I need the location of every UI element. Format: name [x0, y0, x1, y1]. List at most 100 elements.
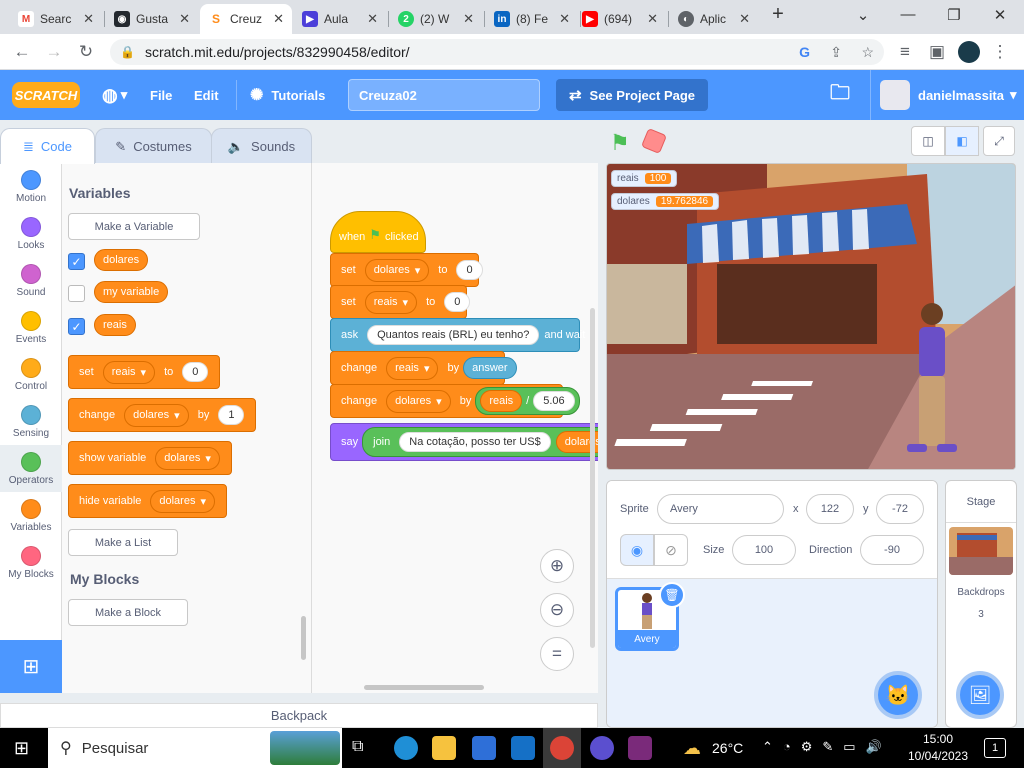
browser-tab-2[interactable]: ◉ Gusta ✕ [106, 4, 198, 34]
variable-dropdown[interactable]: reais [364, 290, 418, 314]
stop-button[interactable] [640, 127, 668, 155]
browser-tab-4[interactable]: ▶ Aula ✕ [294, 4, 386, 34]
variable-dropdown[interactable]: dolares [150, 489, 215, 513]
set-reais-block[interactable]: set reais to 0 [330, 285, 471, 319]
share-icon[interactable]: ⇪ [830, 44, 842, 61]
store-icon[interactable] [472, 736, 496, 760]
variable-dropdown[interactable]: dolares [364, 258, 430, 282]
chrome-profile-icon[interactable] [590, 736, 614, 760]
system-tray-icons[interactable]: ⌃◔⚙✎▭🔊 [762, 739, 892, 755]
tab-code[interactable]: ≣ Code [0, 128, 95, 164]
reais-reporter[interactable]: reais [480, 390, 523, 412]
tab-sounds[interactable]: 🔈 Sounds [211, 128, 312, 164]
join-text-input[interactable]: Na cotação, posso ter US$ [399, 432, 551, 452]
stage-canvas[interactable]: reais 100 dolares 19.762846 [606, 163, 1016, 470]
hide-variable-block[interactable]: hide variable dolares [68, 484, 227, 518]
zoom-reset-button[interactable]: = [540, 637, 574, 671]
account-menu[interactable]: danielmassita ▾ [918, 70, 1017, 120]
variable-dropdown[interactable]: reais [386, 356, 439, 380]
forward-icon[interactable]: → [42, 42, 66, 62]
browser-tab-8[interactable]: ◐ Aplic ✕ [670, 4, 758, 34]
checkbox-reais[interactable]: ✓ [68, 318, 85, 335]
close-icon[interactable]: ✕ [463, 11, 474, 27]
reporter-dolares[interactable]: dolares [94, 249, 149, 271]
clock-date[interactable]: 10/04/2023 [906, 749, 970, 763]
file-explorer-icon[interactable] [432, 736, 456, 760]
sidepanel-icon[interactable]: ▣ [925, 42, 949, 62]
make-block-button[interactable]: Make a Block [68, 599, 188, 626]
user-avatar[interactable] [880, 80, 910, 110]
when-flag-clicked-block[interactable]: when ⚑ clicked [330, 211, 426, 253]
variable-dropdown[interactable]: reais [102, 360, 156, 384]
minimize-button[interactable]: — [888, 6, 928, 23]
answer-reporter[interactable]: answer [463, 357, 517, 379]
palette-scrollbar[interactable] [301, 616, 306, 660]
monitor-dolares[interactable]: dolares 19.762846 [611, 193, 720, 210]
clock-time[interactable]: 15:00 [906, 732, 970, 746]
category-my-blocks[interactable]: My Blocks [0, 539, 62, 586]
question-input[interactable]: Quantos reais (BRL) eu tenho? [367, 325, 540, 345]
profile-avatar[interactable] [958, 41, 980, 63]
set-dolares-block[interactable]: set dolares to 0 [330, 253, 483, 287]
reload-icon[interactable]: ↻ [74, 42, 98, 62]
close-icon[interactable]: ✕ [179, 11, 190, 27]
temperature[interactable]: 26°C [712, 740, 743, 756]
language-menu[interactable]: ◍ ▾ [102, 70, 127, 120]
ask-and-wait-block[interactable]: ask Quantos reais (BRL) eu tenho? and wa… [330, 318, 585, 352]
green-flag-button[interactable]: ⚑ [610, 130, 630, 156]
divisor-input[interactable]: 5.06 [533, 391, 575, 411]
y-input[interactable]: -72 [876, 494, 924, 524]
workspace-h-scrollbar[interactable] [364, 685, 484, 690]
value-input[interactable]: 0 [444, 292, 471, 312]
sprite-name-input[interactable]: Avery [657, 494, 784, 524]
size-input[interactable]: 100 [732, 535, 796, 565]
browser-tab-6[interactable]: in (8) Fe ✕ [486, 4, 578, 34]
edge-icon[interactable] [394, 736, 418, 760]
close-icon[interactable]: ✕ [739, 11, 750, 27]
stage-selector-pane[interactable]: Stage Backdrops 3 🖼 [945, 480, 1017, 728]
close-icon[interactable]: ✕ [647, 11, 658, 27]
variable-dropdown[interactable]: dolares [386, 389, 451, 413]
folder-icon[interactable]: 🗀 [830, 70, 850, 120]
google-icon[interactable]: G [799, 44, 810, 60]
variable-dropdown[interactable]: dolares [124, 403, 189, 427]
change-reais-block[interactable]: change reais by answer [330, 351, 517, 385]
url-field[interactable]: 🔒 scratch.mit.edu/projects/832990458/edi… [110, 39, 884, 65]
browser-tab-3-active[interactable]: S Creuz ✕ [200, 4, 292, 34]
set-variable-block[interactable]: set reais to 0 [68, 355, 221, 389]
workspace-v-scrollbar[interactable] [590, 308, 595, 648]
category-events[interactable]: Events [0, 304, 62, 351]
mail-icon[interactable] [511, 736, 535, 760]
backpack-bar[interactable]: Backpack [0, 703, 598, 728]
file-menu[interactable]: File [150, 70, 172, 120]
notification-center-icon[interactable]: 1 [984, 738, 1006, 758]
zoom-out-button[interactable]: ⊖ [540, 593, 574, 627]
checkbox-dolares[interactable]: ✓ [68, 253, 85, 270]
value-input[interactable]: 1 [218, 405, 245, 425]
category-variables[interactable]: Variables [0, 492, 62, 539]
show-variable-block[interactable]: show variable dolares [68, 441, 232, 475]
bookmark-star-icon[interactable]: ☆ [861, 44, 874, 61]
fullscreen-button[interactable]: ⤢ [983, 126, 1015, 156]
kebab-menu-icon[interactable]: ⋮ [988, 42, 1012, 62]
scratch-logo[interactable]: SCRATCH [12, 82, 80, 108]
reporter-reais[interactable]: reais [94, 314, 136, 336]
close-icon[interactable]: ✕ [83, 11, 94, 27]
make-list-button[interactable]: Make a List [68, 529, 178, 556]
divide-operator[interactable]: reais / 5.06 [475, 387, 580, 415]
category-sound[interactable]: Sound [0, 257, 62, 304]
delete-sprite-trash-icon[interactable]: 🗑 [659, 582, 685, 608]
media-icon[interactable]: ≡ [893, 42, 917, 62]
show-sprite-eye-icon[interactable]: ◉ [620, 534, 654, 566]
browser-tab-7[interactable]: ▶ (694) ✕ [574, 4, 666, 34]
windows-start-icon[interactable]: ⊞ [14, 738, 29, 759]
normal-stage-button[interactable]: ◧ [945, 126, 979, 156]
add-extension-button[interactable]: ⊞ [0, 640, 62, 693]
chrome-taskbar-active[interactable] [543, 728, 581, 768]
checkbox-my-variable[interactable] [68, 285, 85, 302]
task-view-icon[interactable]: ⧉ [352, 738, 363, 756]
change-dolares-block[interactable]: change dolares by reais / 5.06 [330, 384, 580, 418]
category-control[interactable]: Control [0, 351, 62, 398]
direction-input[interactable]: -90 [860, 535, 924, 565]
monitor-reais[interactable]: reais 100 [611, 170, 678, 187]
